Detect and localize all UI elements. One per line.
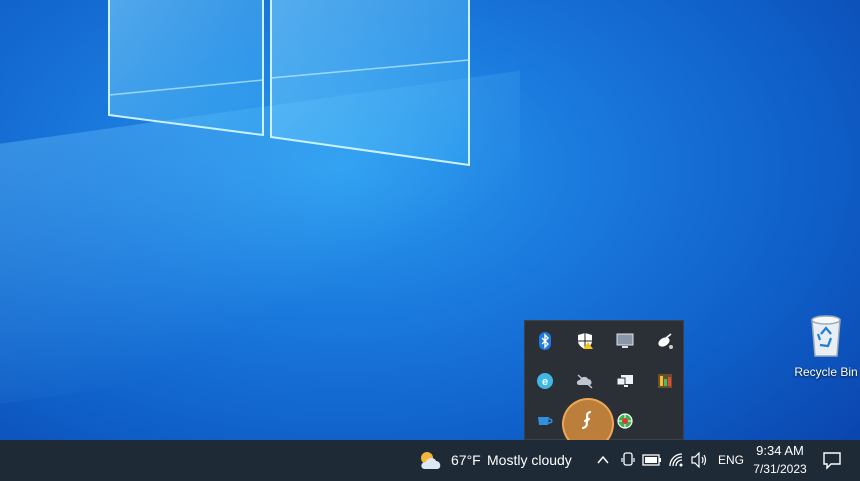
globe-app-icon[interactable] xyxy=(613,409,637,433)
display-icon[interactable] xyxy=(613,329,637,353)
svg-text:e: e xyxy=(542,376,548,388)
bluetooth-icon[interactable] xyxy=(533,329,557,353)
desktop: Recycle Bin xyxy=(0,0,860,440)
edge-icon[interactable]: e xyxy=(533,369,557,393)
clock[interactable]: 9:34 AM 7/31/2023 xyxy=(748,442,812,478)
language-indicator[interactable]: ENG xyxy=(718,453,744,467)
windows-security-icon[interactable] xyxy=(573,329,597,353)
onedrive-offline-icon[interactable] xyxy=(573,369,597,393)
recycle-bin-icon xyxy=(811,315,841,357)
recycle-bin-label: Recycle Bin xyxy=(794,365,858,379)
satellite-icon[interactable] xyxy=(653,329,677,353)
meet-now-icon[interactable] xyxy=(621,451,635,469)
swirl-app-icon[interactable] xyxy=(575,408,599,432)
clock-time: 9:34 AM xyxy=(756,443,804,458)
clock-date: 7/31/2023 xyxy=(753,462,807,476)
weather-text[interactable]: Mostly cloudy xyxy=(487,452,572,468)
wifi-icon[interactable] xyxy=(668,452,686,468)
show-hidden-icons-chevron-up-icon[interactable] xyxy=(596,453,610,467)
notification-center-icon[interactable] xyxy=(822,450,842,470)
battery-icon[interactable] xyxy=(642,453,662,467)
windows-logo-wallpaper xyxy=(108,0,470,167)
weather-temp[interactable]: 67°F xyxy=(451,452,481,468)
weather-cloudy-icon[interactable] xyxy=(418,449,444,471)
cup-icon[interactable] xyxy=(533,409,557,433)
recycle-bin[interactable]: Recycle Bin xyxy=(792,312,860,379)
volume-icon[interactable] xyxy=(691,452,709,468)
app-icon[interactable] xyxy=(653,369,677,393)
network-monitor-icon[interactable] xyxy=(613,369,637,393)
